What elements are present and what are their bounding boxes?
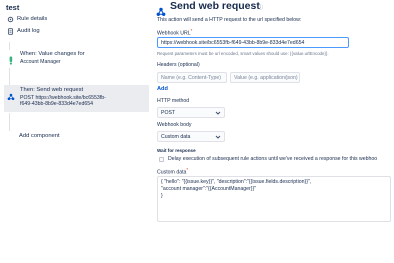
headers-label: Headers (optional) [157, 62, 200, 68]
nav-rule-details[interactable]: Rule details [6, 15, 47, 23]
nav-label: Rule details [17, 16, 48, 22]
required-marker: * [186, 167, 189, 172]
flow-connector [9, 113, 10, 131]
rule-sidebar: test Rule details Audit log When: Value … [0, 0, 150, 263]
chevron-down-icon [215, 134, 221, 140]
page-title: Send web request [170, 0, 260, 12]
wait-for-response-label: Wait for response [157, 148, 196, 153]
header-name-input[interactable]: Name (e.g. Content-Type) [157, 72, 227, 83]
delay-execution-checkbox[interactable] [159, 157, 164, 162]
step-subtitle-line-1: POST https://webhook.site/bc6553fb- [20, 94, 106, 101]
label-text: Custom data [157, 169, 187, 176]
action-config-panel: Send web request ⓘ This action will send… [150, 0, 394, 263]
custom-data-label: Custom data* [157, 167, 188, 176]
placeholder: Name (e.g. Content-Type) [161, 74, 221, 81]
chevron-down-icon [215, 110, 221, 116]
textarea-line: } [161, 193, 163, 199]
flow-connector [9, 68, 10, 85]
input-value: https://webhook.site/bc6553fb-f649-43bb-… [161, 39, 305, 46]
step-title: When: Value changes for [20, 51, 85, 57]
step-subtitle: Account Manager [20, 58, 61, 65]
webhook-body-label: Webhook body [157, 122, 192, 128]
step-title: Then: Send web request [20, 87, 84, 93]
document-icon [6, 27, 14, 35]
webhook-body-select[interactable]: Custom data [157, 131, 225, 142]
action-step-send-web-request[interactable]: Then: Send web request POST https://webh… [4, 85, 149, 112]
http-method-select[interactable]: POST [157, 107, 225, 118]
add-component-link[interactable]: Add component [19, 133, 60, 139]
label-text: Webhook URL [157, 30, 191, 37]
textarea-line: { "hello": "{{issue.key}}", "description… [161, 179, 312, 185]
textarea-line: "account manager":"{{AccountManager}}" [161, 186, 257, 192]
header-value-input[interactable]: Value (e.g. application/json) [230, 72, 300, 83]
delay-execution-text: Delay execution of subsequent rule actio… [168, 156, 378, 162]
step-subtitle-line-2: f649-43bb-8b9e-833d4e7ed654 [20, 101, 93, 108]
custom-data-textarea[interactable]: { "hello": "{{issue.key}}", "description… [157, 176, 391, 222]
info-icon[interactable]: ⓘ [258, 4, 263, 11]
rule-title: test [6, 3, 20, 12]
webhook-icon [7, 88, 16, 110]
required-marker: * [190, 28, 193, 33]
select-value: POST [161, 109, 176, 116]
webhook-url-label: Webhook URL* [157, 28, 192, 37]
intro-text: This action will send a HTTP request to … [157, 17, 302, 23]
nav-label: Audit log [17, 28, 40, 34]
nav-audit-log[interactable]: Audit log [6, 27, 40, 35]
webhook-url-input[interactable]: https://webhook.site/bc6553fb-f649-43bb-… [157, 37, 349, 48]
trigger-step[interactable]: When: Value changes for Account Manager [4, 49, 149, 72]
add-header-link[interactable]: Add [157, 86, 168, 92]
placeholder: Value (e.g. application/json) [234, 74, 298, 81]
select-value: Custom data [161, 133, 191, 140]
http-method-label: HTTP method [157, 98, 190, 104]
settings-icon [6, 15, 14, 23]
url-help-text: Request parameters must be url encoded, … [157, 51, 329, 56]
